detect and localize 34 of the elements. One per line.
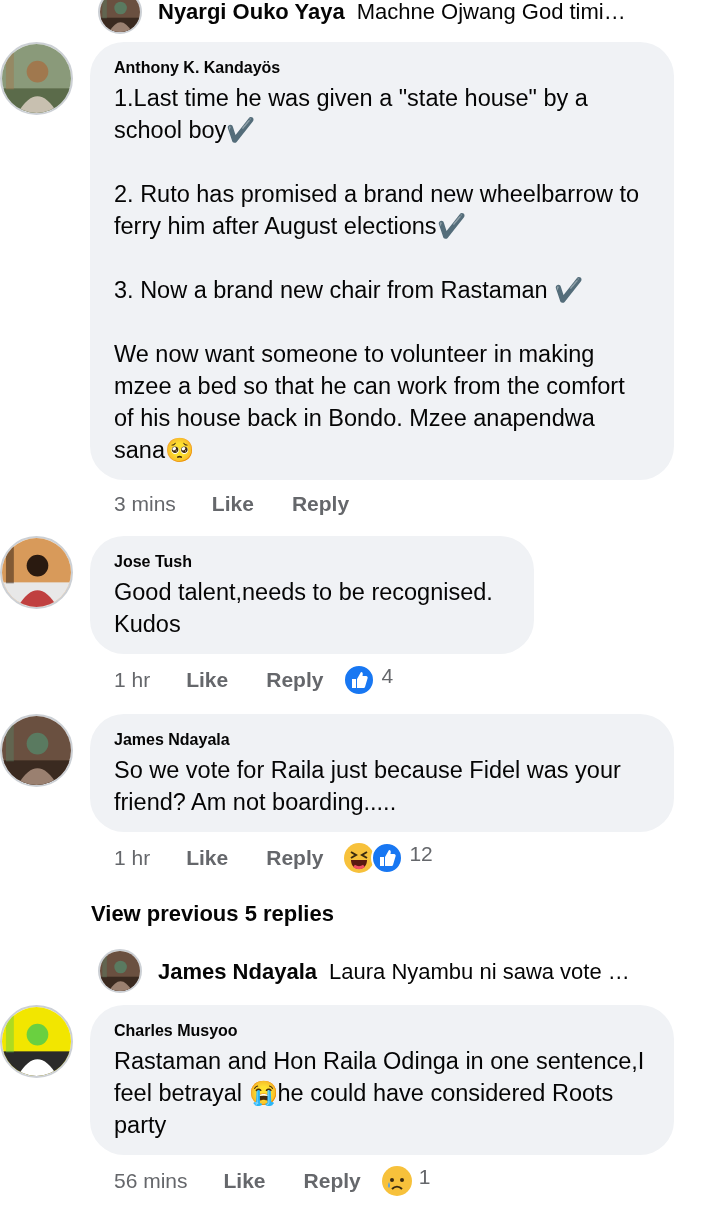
author-name[interactable]: Jose Tush [114, 550, 510, 574]
author-name[interactable]: James Ndayala [114, 728, 650, 752]
comment-text: Good talent,needs to be recognised. Kudos [114, 578, 494, 639]
like-button[interactable]: Like [186, 666, 229, 694]
timestamp: 1 hr [114, 667, 151, 693]
comment-text: We now want someone to volunteer in making mzee a bed so that he can work from the comfort of his house back in Bondo. Mzee anapendwa sana🥺 [114, 340, 626, 465]
comment-text: 3. Now a brand new chair from Rastaman ✔ [114, 276, 585, 305]
like-button[interactable]: Like [211, 490, 254, 518]
like-icon [343, 664, 376, 696]
author-name[interactable]: Anthony K. Kandayös [114, 56, 650, 80]
comment-text: So we vote for Raila just because Fidel was your friend? Am not boarding..... [114, 756, 622, 817]
like-button[interactable]: Like [223, 1167, 266, 1195]
timestamp: 3 mins [114, 491, 176, 517]
reply-button[interactable]: Reply [266, 844, 324, 872]
reaction-count: 1 [418, 1164, 431, 1190]
sad-face-icon [380, 1165, 413, 1197]
timestamp: 1 hr [114, 845, 151, 871]
comment-text: 1.Last time he was given a "state house" by a school boy✔ [114, 84, 589, 145]
like-button[interactable]: Like [186, 844, 229, 872]
timestamp: 56 mins [114, 1168, 188, 1194]
reply-preview: Machne Ojwang God timi… [356, 0, 626, 24]
comment-text: 2. Ruto has promised a brand new wheelbarrow to ferry him after August elections✔ [114, 180, 641, 241]
reply-button[interactable]: Reply [266, 666, 324, 694]
reply-button[interactable]: Reply [291, 490, 350, 518]
reaction-count: 12 [409, 841, 433, 867]
author-name: Nyargi Ouko Yaya [158, 0, 345, 24]
reply-preview: Laura Nyambu ni sawa vote … [329, 957, 630, 986]
reply-button[interactable]: Reply [303, 1167, 361, 1195]
reaction-count: 4 [381, 663, 394, 689]
author-name[interactable]: Charles Musyoo [114, 1019, 650, 1043]
author-name[interactable]: James Ndayala [158, 954, 317, 988]
view-replies-link[interactable]: View previous 5 replies [0, 896, 702, 931]
comment-text: Rastaman and Hon Raila Odinga in one sentence,I feel betrayal 😭he could have considered Roots party [114, 1047, 646, 1140]
like-icon [371, 842, 404, 874]
